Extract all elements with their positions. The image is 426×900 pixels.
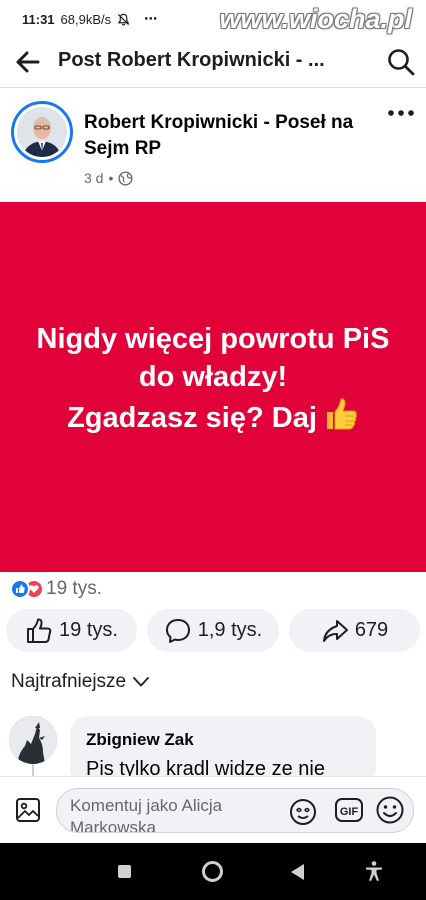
thumbs-up-icon bbox=[27, 617, 52, 643]
reaction-count: 19 tys. bbox=[46, 578, 102, 599]
post-actions: 19 tys. 1,9 tys. 679 bbox=[0, 609, 426, 653]
accessibility-icon[interactable] bbox=[363, 860, 385, 882]
comment-count: 1,9 tys. bbox=[197, 619, 263, 641]
post-time[interactable]: 3 d bbox=[84, 170, 103, 186]
back-button[interactable] bbox=[291, 864, 304, 880]
post-text-line-3: Zgadzasz się? Daj bbox=[0, 396, 426, 437]
commenter-avatar[interactable] bbox=[9, 716, 57, 764]
avatar-photo bbox=[17, 107, 67, 157]
post-header: Robert Kropiwnicki - Poseł na Sejm RP 3 … bbox=[0, 90, 426, 202]
gif-icon[interactable]: GIF bbox=[334, 797, 364, 823]
post-text-line-3-text: Zgadzasz się? Daj bbox=[67, 402, 317, 434]
wolf-avatar-icon bbox=[9, 716, 57, 764]
globe-icon bbox=[118, 170, 133, 186]
share-button[interactable]: 679 bbox=[289, 609, 420, 652]
emoji-icon[interactable] bbox=[375, 795, 405, 825]
like-reaction-icon bbox=[10, 579, 30, 599]
comment-sort-dropdown[interactable]: Najtrafniejsze bbox=[11, 671, 150, 693]
home-button[interactable] bbox=[202, 861, 223, 882]
bell-off-icon bbox=[117, 13, 130, 25]
share-arrow-icon bbox=[322, 619, 348, 642]
comment-bubble-icon bbox=[165, 618, 190, 643]
chevron-down-icon bbox=[133, 677, 150, 687]
author-avatar[interactable] bbox=[11, 101, 73, 163]
meta-separator: • bbox=[108, 170, 114, 186]
page-title: Post Robert Kropiwnicki - ... bbox=[58, 49, 325, 71]
svg-text:GIF: GIF bbox=[340, 806, 359, 818]
status-more: ⋯ bbox=[144, 11, 159, 26]
share-count: 679 bbox=[354, 619, 389, 641]
post-image-text: Nigdy więcej powrotu PiS do władzy! Zgad… bbox=[0, 320, 426, 437]
post-author-name[interactable]: Robert Kropiwnicki - Poseł na Sejm RP bbox=[84, 110, 374, 162]
comment-input-placeholder: Komentuj jako Alicja Markowska bbox=[70, 796, 223, 833]
reactions-summary[interactable]: 19 tys. bbox=[10, 576, 102, 602]
system-nav-bar bbox=[0, 843, 426, 900]
like-count: 19 tys. bbox=[59, 619, 118, 641]
post-image[interactable]: Nigdy więcej powrotu PiS do władzy! Zgad… bbox=[0, 202, 426, 572]
status-left: 11:31 68,9kB/s ⋯ bbox=[22, 11, 158, 27]
search-icon[interactable] bbox=[386, 47, 416, 77]
status-time: 11:31 bbox=[22, 11, 55, 27]
sort-label: Najtrafniejsze bbox=[11, 671, 127, 692]
like-button[interactable]: 19 tys. bbox=[6, 609, 137, 652]
recents-button[interactable] bbox=[118, 865, 131, 878]
comment-button[interactable]: 1,9 tys. bbox=[147, 609, 279, 652]
status-bar: 11:31 68,9kB/s ⋯ www.wiocha.pl bbox=[0, 0, 426, 38]
post-text-line-1: Nigdy więcej powrotu PiS bbox=[36, 323, 390, 355]
more-options-icon[interactable] bbox=[386, 108, 416, 118]
app-header: Post Robert Kropiwnicki - ... bbox=[0, 38, 426, 88]
post-meta: 3 d • bbox=[84, 170, 133, 186]
thumbs-up-emoji-icon bbox=[326, 398, 357, 430]
status-speed: 68,9kB/s bbox=[60, 11, 112, 27]
person-avatar-icon bbox=[17, 107, 67, 157]
comment-thread-line bbox=[32, 764, 34, 776]
photo-icon[interactable] bbox=[15, 797, 41, 823]
post-text-line-2: do władzy! bbox=[138, 361, 288, 393]
avatar-sticker-icon[interactable] bbox=[288, 797, 318, 827]
comment-author[interactable]: Zbigniew Zak bbox=[86, 730, 194, 750]
watermark-logo: www.wiocha.pl bbox=[219, 4, 412, 34]
back-arrow-icon[interactable] bbox=[14, 48, 42, 76]
